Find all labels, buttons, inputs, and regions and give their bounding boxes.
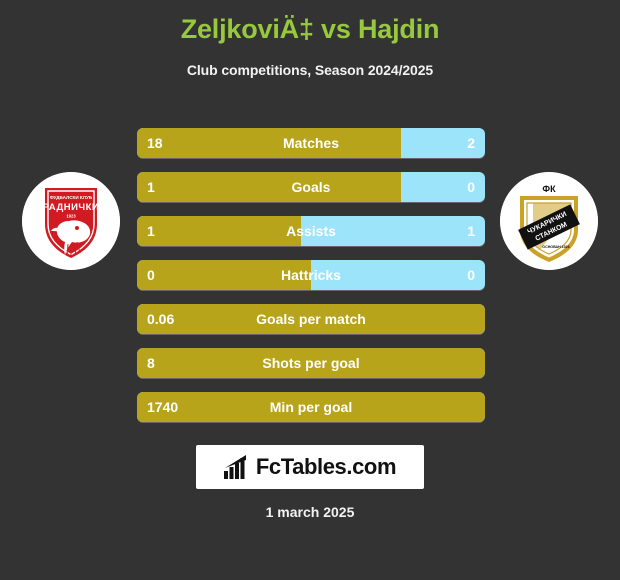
left-team-crest: ФУДБАЛСКИ КЛУБ РАДНИЧКИ 1923	[22, 172, 120, 270]
fk-cukaricki-stankom-crest-icon: ФК ЧУКАРИЧКИ СТАНКОМ ОСНОВАН 1926	[500, 172, 598, 270]
stat-label: Goals	[291, 179, 331, 195]
snapshot-date: 1 march 2025	[265, 504, 355, 520]
stat-row-goals: 1 Goals 0	[137, 172, 485, 202]
bar-chart-icon	[223, 455, 246, 479]
svg-text:ФУДБАЛСКИ КЛУБ: ФУДБАЛСКИ КЛУБ	[50, 195, 93, 200]
fctables-logo[interactable]: FcTables.com	[196, 445, 424, 489]
svg-text:ФК: ФК	[542, 184, 556, 194]
stat-label: Shots per goal	[262, 355, 360, 371]
stat-right-value: 2	[467, 135, 475, 151]
stat-row-min-per-goal: 1740 Min per goal	[137, 392, 485, 422]
stat-right-value: 1	[467, 223, 475, 239]
stat-label: Min per goal	[269, 399, 353, 415]
right-team-crest: ФК ЧУКАРИЧКИ СТАНКОМ ОСНОВАН 1926	[500, 172, 598, 270]
fk-radnicki-crest-icon: ФУДБАЛСКИ КЛУБ РАДНИЧКИ 1923	[22, 172, 120, 270]
stat-row-hattricks: 0 Hattricks 0	[137, 260, 485, 290]
stat-right-value: 0	[467, 179, 475, 195]
page-subtitle: Club competitions, Season 2024/2025	[186, 62, 434, 78]
stat-row-assists: 1 Assists 1	[137, 216, 485, 246]
svg-text:РАДНИЧКИ: РАДНИЧКИ	[43, 202, 99, 213]
stats-bar-list: 18 Matches 2 1 Goals 0 1 Assists 1 0 Hat…	[137, 128, 485, 436]
stat-row-matches: 18 Matches 2	[137, 128, 485, 158]
fctables-brand-text: FcTables.com	[255, 454, 397, 479]
player-comparison-infographic: ZeljkoviÄ‡ vs Hajdin Club competitions, …	[0, 0, 620, 580]
stat-label: Matches	[282, 135, 340, 151]
stat-label: Hattricks	[281, 267, 341, 283]
stat-row-shots-per-goal: 8 Shots per goal	[137, 348, 485, 378]
svg-text:ОСНОВАН 1926: ОСНОВАН 1926	[542, 245, 569, 249]
stat-right-value: 0	[467, 267, 475, 283]
page-title: ZeljkoviÄ‡ vs Hajdin	[180, 14, 440, 44]
stat-label: Assists	[286, 223, 336, 239]
svg-text:1923: 1923	[66, 214, 76, 219]
stat-row-goals-per-match: 0.06 Goals per match	[137, 304, 485, 334]
stat-label: Goals per match	[256, 311, 366, 327]
